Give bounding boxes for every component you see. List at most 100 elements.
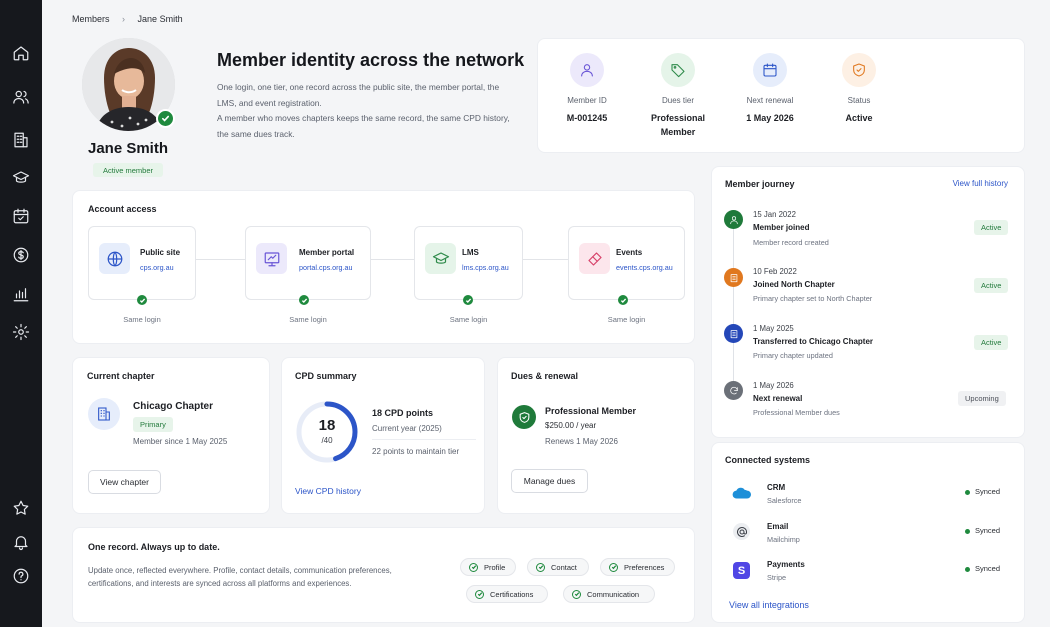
star-icon[interactable] bbox=[9, 496, 33, 520]
dues-price: $250.00 / year bbox=[545, 421, 597, 430]
event-desc: Primary chapter set to North Chapter bbox=[753, 294, 873, 303]
chapter-name: Chicago Chapter bbox=[133, 401, 214, 412]
system-vendor: Mailchimp bbox=[767, 535, 800, 544]
cpd-total: /40 bbox=[321, 436, 333, 445]
chip-communication: Communication bbox=[563, 585, 655, 603]
sync-status-label: Synced bbox=[975, 487, 1001, 496]
building-icon bbox=[88, 398, 120, 430]
breadcrumb-current: Jane Smith bbox=[137, 14, 183, 24]
view-full-history-link[interactable]: View full history bbox=[953, 179, 1008, 188]
check-icon bbox=[475, 589, 484, 599]
connected-systems-card: Connected systems CRM Salesforce Synced … bbox=[711, 442, 1025, 623]
system-url[interactable]: lms.cps.org.au bbox=[462, 263, 509, 272]
user-icon bbox=[570, 53, 604, 87]
chip-contact: Contact bbox=[527, 558, 589, 576]
primary-badge: Primary bbox=[133, 417, 173, 432]
cpd-remaining: 22 points to maintain tier bbox=[372, 447, 460, 456]
event-title: Next renewal bbox=[753, 394, 803, 403]
system-lms[interactable]: LMS lms.cps.org.au bbox=[414, 226, 523, 300]
event-desc: Primary chapter updated bbox=[753, 351, 833, 360]
dues-renews: Renews 1 May 2026 bbox=[545, 437, 618, 446]
same-login-label: Same login bbox=[123, 315, 161, 324]
stat-value-member-id: M-001245 bbox=[566, 113, 608, 123]
verified-check-icon bbox=[156, 109, 175, 128]
bar-chart-icon[interactable] bbox=[9, 282, 33, 306]
view-cpd-history-link[interactable]: View CPD history bbox=[295, 486, 361, 496]
graduation-cap-icon[interactable] bbox=[9, 166, 33, 190]
dues-tier: Professional Member bbox=[545, 406, 637, 416]
event-title: Transferred to Chicago Chapter bbox=[753, 337, 874, 346]
building-icon[interactable] bbox=[9, 128, 33, 152]
cpd-title: CPD summary bbox=[295, 371, 357, 381]
system-url[interactable]: events.cps.org.au bbox=[616, 263, 673, 272]
system-name: Member portal bbox=[299, 248, 355, 257]
account-access-title: Account access bbox=[88, 204, 157, 214]
status-dot-icon bbox=[965, 566, 970, 572]
event-status-badge: Active bbox=[974, 278, 1009, 293]
system-name: Events bbox=[616, 248, 643, 257]
system-member-portal[interactable]: Member portal portal.cps.org.au bbox=[245, 226, 371, 300]
breadcrumb-members[interactable]: Members bbox=[72, 14, 110, 24]
current-chapter-card: Current chapter Chicago Chapter Primary … bbox=[72, 357, 270, 514]
status-dot-icon bbox=[965, 489, 970, 495]
same-login-label: Same login bbox=[607, 315, 646, 324]
member-name: Jane Smith bbox=[87, 140, 169, 157]
system-url[interactable]: cps.org.au bbox=[140, 263, 174, 272]
mailchimp-at-icon bbox=[733, 523, 750, 540]
calendar-icon bbox=[753, 53, 787, 87]
record-text: Update once, reflected everywhere. Profi… bbox=[88, 566, 392, 588]
dollar-icon[interactable] bbox=[9, 243, 33, 267]
home-icon[interactable] bbox=[9, 41, 33, 65]
cpd-points: 18 CPD points bbox=[372, 408, 434, 418]
event-date: 1 May 2025 bbox=[753, 324, 794, 333]
bell-icon[interactable] bbox=[9, 530, 33, 554]
globe-icon bbox=[99, 243, 130, 274]
view-all-integrations-link[interactable]: View all integrations bbox=[729, 600, 809, 610]
chip-preferences: Preferences bbox=[600, 558, 675, 576]
stat-label-status: Status bbox=[847, 96, 871, 105]
manage-dues-button[interactable]: Manage dues bbox=[511, 469, 588, 493]
system-name: Public site bbox=[140, 248, 181, 257]
event-status-badge: Upcoming bbox=[958, 391, 1006, 406]
salesforce-cloud-icon bbox=[732, 486, 751, 500]
check-icon bbox=[299, 295, 309, 305]
event-date: 10 Feb 2022 bbox=[753, 267, 797, 276]
sync-status-label: Synced bbox=[975, 526, 1001, 535]
system-url[interactable]: portal.cps.org.au bbox=[299, 263, 353, 272]
view-chapter-button[interactable]: View chapter bbox=[88, 470, 161, 494]
settings-icon[interactable] bbox=[9, 320, 33, 344]
check-icon bbox=[536, 562, 545, 572]
event-title: Member joined bbox=[753, 223, 810, 232]
breadcrumb: Members › Jane Smith bbox=[72, 14, 183, 24]
system-vendor: Salesforce bbox=[767, 496, 802, 505]
check-icon bbox=[463, 295, 473, 305]
help-icon[interactable] bbox=[9, 564, 33, 588]
sync-status: Synced bbox=[965, 564, 1000, 573]
users-icon[interactable] bbox=[9, 85, 33, 109]
event-desc: Professional Member dues bbox=[753, 408, 840, 417]
system-public-site[interactable]: Public site cps.org.au bbox=[88, 226, 196, 300]
connected-title: Connected systems bbox=[725, 455, 811, 465]
same-login-label: Same login bbox=[289, 315, 327, 324]
page-title: Member identity across the network bbox=[217, 50, 525, 70]
chip-label: Certifications bbox=[490, 589, 534, 599]
dues-title: Dues & renewal bbox=[511, 371, 579, 381]
same-login-label: Same login bbox=[449, 315, 488, 324]
event-date: 1 May 2026 bbox=[753, 381, 794, 390]
timeline-line bbox=[733, 219, 734, 394]
monitor-icon bbox=[256, 243, 287, 274]
system-events[interactable]: Events events.cps.org.au bbox=[568, 226, 685, 300]
graduation-cap-icon bbox=[425, 243, 456, 274]
status-dot-icon bbox=[965, 528, 970, 534]
hero-description-2: A member who moves chapters keeps the sa… bbox=[217, 113, 510, 139]
stat-label-next-renewal: Next renewal bbox=[746, 96, 794, 105]
stat-value-dues-tier: Professional Member bbox=[650, 113, 706, 137]
tag-icon bbox=[661, 53, 695, 87]
ticket-icon bbox=[579, 243, 610, 274]
stat-label-member-id: Member ID bbox=[567, 96, 607, 105]
cpd-period: Current year (2025) bbox=[372, 424, 442, 433]
divider bbox=[372, 439, 476, 440]
shield-check-icon bbox=[512, 405, 536, 429]
calendar-check-icon[interactable] bbox=[9, 204, 33, 228]
chip-label: Profile bbox=[484, 562, 506, 572]
